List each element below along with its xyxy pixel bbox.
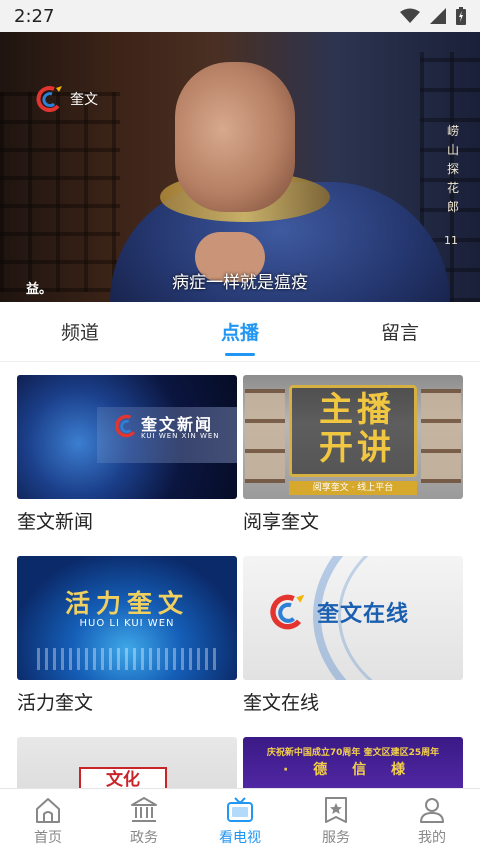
program-label: 奎文在线 <box>243 692 320 714</box>
thumb-title: 活力奎文 <box>64 589 189 618</box>
thumb-bookshelf <box>421 389 461 483</box>
thumb-title: 奎文在线 <box>317 602 410 627</box>
bottom-nav: 首页 政务 看电视 服务 我的 <box>0 788 480 853</box>
thumb-skyline <box>37 648 217 670</box>
channel-logo-text: 奎文 <box>70 92 98 108</box>
tv-icon <box>227 796 253 822</box>
signal-icon <box>430 8 446 24</box>
nav-service[interactable]: 服务 <box>288 789 384 853</box>
battery-icon <box>456 7 466 25</box>
tab-messages[interactable]: 留言 <box>320 302 480 361</box>
thumb-subtitle: HUO LI KUI WEN <box>79 618 175 629</box>
program-thumbnail: 主播开讲 阅享奎文 · 线上平台 <box>243 375 463 499</box>
channel-logo: 奎文 <box>34 86 98 112</box>
show-title: 崂山探花郎 <box>446 124 459 214</box>
program-thumbnail: 文化 <box>17 737 237 788</box>
program-label: 阅享奎文 <box>243 511 320 533</box>
program-thumbnail: 奎文在线 <box>243 556 463 680</box>
program-grid: 奎文新闻 KUI WEN XIN WEN 奎文新闻 主播开讲 阅享奎文 · 线上… <box>0 362 480 788</box>
nav-label: 看电视 <box>219 829 261 846</box>
tab-on-demand[interactable]: 点播 <box>160 302 320 361</box>
program-thumbnail: 奎文新闻 KUI WEN XIN WEN <box>17 375 237 499</box>
thumb-title: 文化 <box>79 767 167 788</box>
tab-channels[interactable]: 频道 <box>0 302 160 361</box>
nav-label: 政务 <box>130 829 158 846</box>
program-card-news[interactable]: 奎文新闻 KUI WEN XIN WEN 奎文新闻 <box>17 375 237 534</box>
program-thumbnail: 庆祝新中国成立70周年 奎文区建区25周年 · 德 信 様 <box>243 737 463 788</box>
thumb-subtitle: KUI WEN XIN WEN <box>141 432 220 440</box>
video-player[interactable]: 奎文 崂山探花郎 11 病症一样就是瘟疫 益。 <box>0 32 480 302</box>
nav-home[interactable]: 首页 <box>0 789 96 853</box>
government-icon <box>131 796 157 822</box>
nav-government[interactable]: 政务 <box>96 789 192 853</box>
program-label: 活力奎文 <box>17 692 94 714</box>
status-time: 2:27 <box>14 5 55 27</box>
broadcaster-mark: 益。 <box>26 282 53 297</box>
thumb-bookshelf <box>245 389 285 483</box>
episode-number: 11 <box>444 234 458 247</box>
video-subtitle: 病症一样就是瘟疫 <box>172 273 308 293</box>
kuiwen-logo-icon <box>36 86 62 112</box>
nav-label: 我的 <box>418 829 446 846</box>
thumb-subtitle: · 德 信 様 <box>283 762 415 778</box>
wifi-icon <box>400 8 420 23</box>
program-card-reading[interactable]: 主播开讲 阅享奎文 · 线上平台 阅享奎文 <box>243 375 463 534</box>
nav-label: 服务 <box>322 829 350 846</box>
nav-tv[interactable]: 看电视 <box>192 789 288 853</box>
video-scenery <box>0 92 120 292</box>
tab-label: 点播 <box>220 322 259 344</box>
nav-label: 首页 <box>34 829 62 846</box>
thumb-subtitle: 阅享奎文 · 线上平台 <box>289 481 417 495</box>
program-card-online[interactable]: 奎文在线 奎文在线 <box>243 556 463 715</box>
nav-profile[interactable]: 我的 <box>384 789 480 853</box>
thumb-title: 主播开讲 <box>319 390 395 468</box>
profile-icon <box>420 797 444 823</box>
program-card-anniversary[interactable]: 庆祝新中国成立70周年 奎文区建区25周年 · 德 信 様 <box>243 737 463 788</box>
status-icons <box>400 7 466 25</box>
kuiwen-logo-icon <box>270 594 305 630</box>
content-tabs: 频道 点播 留言 <box>0 302 480 362</box>
thumb-title: 庆祝新中国成立70周年 奎文区建区25周年 <box>266 748 440 758</box>
program-label: 奎文新闻 <box>17 511 94 533</box>
service-star-icon <box>325 796 347 823</box>
home-icon <box>36 797 60 823</box>
status-bar: 2:27 <box>0 0 480 32</box>
kuiwen-logo-icon <box>115 414 136 438</box>
program-card-vitality[interactable]: 活力奎文 HUO LI KUI WEN 活力奎文 <box>17 556 237 715</box>
tab-label: 频道 <box>60 322 99 344</box>
tab-label: 留言 <box>380 322 419 344</box>
video-figure-head <box>175 62 295 212</box>
program-card-culture[interactable]: 文化 <box>17 737 237 788</box>
program-thumbnail: 活力奎文 HUO LI KUI WEN <box>17 556 237 680</box>
